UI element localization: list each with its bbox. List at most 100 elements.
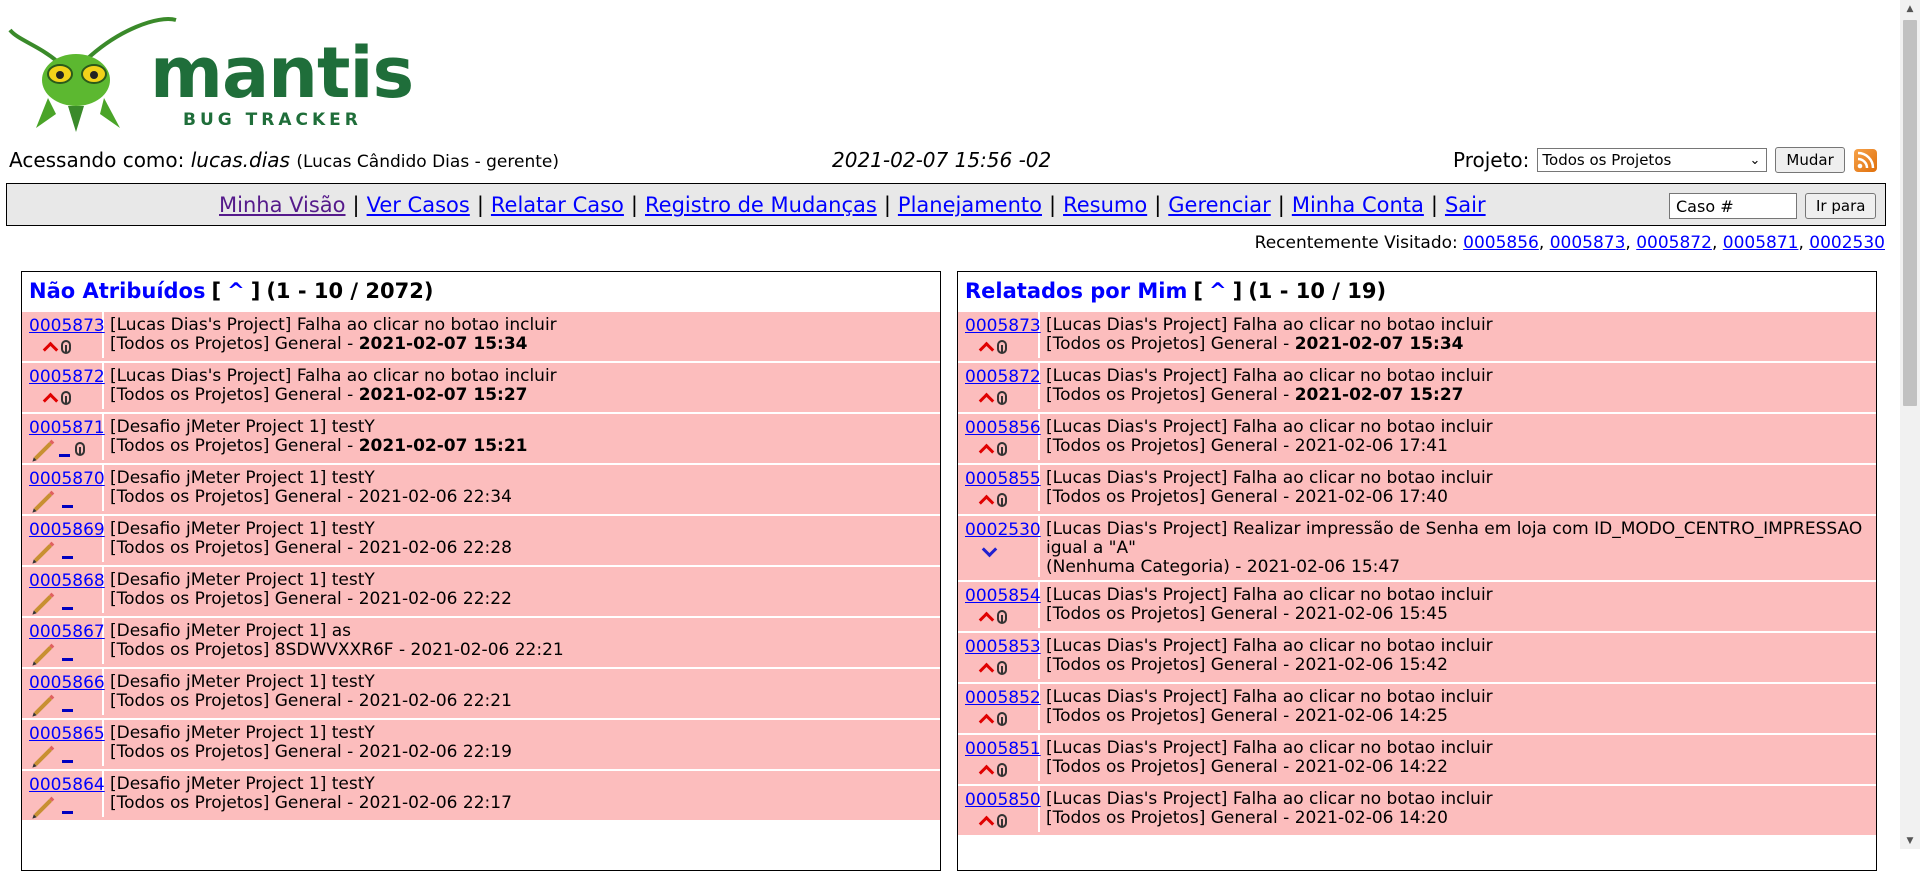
bug-category-line: [Todos os Projetos] General - 2021-02-06… (1046, 809, 1876, 828)
bug-row: 0005864 [Desafio jMeter Project 1] testY[… (22, 769, 940, 820)
bug-updated-date: 2021-02-07 15:21 (358, 436, 528, 456)
bug-id-cell: 0005864 (22, 771, 105, 818)
bug-id-input[interactable]: Caso # (1669, 193, 1797, 219)
menu-separator: | (352, 193, 360, 217)
scroll-down-arrow-icon[interactable]: ▼ (1900, 832, 1920, 849)
bug-category: [Todos os Projetos] General - (1046, 487, 1295, 507)
bug-id-link[interactable]: 0005865 (29, 724, 105, 744)
bug-status-icons (29, 642, 102, 665)
bug-row: 0005865 [Desafio jMeter Project 1] testY[… (22, 718, 940, 769)
menu-item-5[interactable]: Resumo (1063, 193, 1147, 217)
bug-id-link[interactable]: 0005873 (965, 316, 1041, 336)
bug-id-link[interactable]: 0005872 (29, 367, 105, 387)
collapse-caret-link[interactable]: ^ (227, 279, 245, 303)
mantis-logo[interactable]: mantis BUG TRACKER (8, 10, 414, 132)
bug-category: [Todos os Projetos] General - (1046, 757, 1295, 777)
menu-separator: | (1277, 193, 1285, 217)
bug-id-link[interactable]: 0005852 (965, 688, 1041, 708)
bug-id-link[interactable]: 0005872 (965, 367, 1041, 387)
bug-id-link[interactable]: 0005868 (29, 571, 105, 591)
edit-pencil-icon (33, 645, 53, 665)
reported-by-me-panel: Relatados por Mim[^] (1 - 10 / 19) 0005873… (957, 271, 1877, 871)
bug-category-line: [Todos os Projetos] General - 2021-02-06… (110, 743, 940, 762)
bug-id-link[interactable]: 0002530 (965, 520, 1041, 540)
bug-id-link[interactable]: 0005856 (965, 418, 1041, 438)
bug-id-link[interactable]: 0005871 (29, 418, 105, 438)
scroll-up-arrow-icon[interactable]: ▲ (1900, 0, 1920, 17)
panel-header: Relatados por Mim[^] (1 - 10 / 19) (958, 272, 1876, 310)
bug-row: 0005856 [Lucas Dias's Project] Falha ao c… (958, 412, 1876, 463)
bug-id-link[interactable]: 0005854 (965, 586, 1041, 606)
bug-id-cell: 0005867 (22, 618, 105, 665)
bug-id-link[interactable]: 0005850 (965, 790, 1041, 810)
bug-category: [Todos os Projetos] General - (1046, 706, 1295, 726)
menu-item-1[interactable]: Ver Casos (367, 193, 470, 217)
bug-summary: [Lucas Dias's Project] Falha ao clicar n… (110, 366, 557, 386)
jump-button[interactable]: Ir para (1805, 193, 1877, 219)
bug-id-link[interactable]: 0005866 (29, 673, 105, 693)
bug-row: 0005871 [Desafio jMeter Project 1] testY[… (22, 412, 940, 463)
project-select[interactable]: Todos os Projetos ⌄ (1537, 148, 1768, 172)
priority-normal-icon (62, 607, 73, 610)
bug-id-cell: 0005868 (22, 567, 105, 614)
bug-summary: [Desafio jMeter Project 1] testY (110, 774, 375, 794)
bug-status-icons (965, 489, 1038, 511)
menu-item-8[interactable]: Sair (1445, 193, 1486, 217)
bug-summary-cell: [Lucas Dias's Project] Falha ao clicar n… (1040, 735, 1876, 781)
panel-title-link[interactable]: Não Atribuídos (29, 279, 205, 303)
bug-updated-date: 2021-02-06 14:20 (1294, 808, 1448, 828)
menu-item-4[interactable]: Planejamento (898, 193, 1042, 217)
edit-pencil-icon (33, 594, 53, 614)
recent-separator: , (1711, 233, 1723, 253)
priority-normal-icon (62, 556, 73, 559)
recent-bug-link[interactable]: 0005872 (1636, 233, 1712, 253)
bug-updated-date: 2021-02-06 14:25 (1294, 706, 1448, 726)
menu-item-6[interactable]: Gerenciar (1168, 193, 1270, 217)
bug-summary-cell: [Lucas Dias's Project] Falha ao clicar n… (1040, 582, 1876, 628)
bug-updated-date: 2021-02-06 15:42 (1294, 655, 1448, 675)
menu-item-0[interactable]: Minha Visão (219, 193, 346, 217)
recent-bug-link[interactable]: 0005873 (1550, 233, 1626, 253)
bug-category: [Todos os Projetos] General - (1046, 655, 1295, 675)
recent-bug-link[interactable]: 0005856 (1463, 233, 1539, 253)
attachment-icon (997, 814, 1007, 828)
bug-id-cell: 0005870 (22, 465, 105, 512)
bug-status-icons (29, 336, 102, 358)
bug-id-link[interactable]: 0005864 (29, 775, 105, 795)
bug-id-link[interactable]: 0005855 (965, 469, 1041, 489)
menu-item-2[interactable]: Relatar Caso (491, 193, 624, 217)
bug-row: 0005870 [Desafio jMeter Project 1] testY[… (22, 463, 940, 514)
bug-updated-date: 2021-02-07 15:34 (358, 334, 528, 354)
collapse-caret-link[interactable]: ^ (1209, 279, 1227, 303)
bug-category: [Todos os Projetos] General - (110, 538, 359, 558)
bug-id-cell: 0005873 (958, 312, 1041, 358)
menu-separator: | (1430, 193, 1438, 217)
menu-item-3[interactable]: Registro de Mudanças (645, 193, 877, 217)
bug-id-link[interactable]: 0005867 (29, 622, 105, 642)
bug-status-icons (965, 540, 1038, 562)
bug-id-link[interactable]: 0005851 (965, 739, 1041, 759)
bug-category-line: (Nenhuma Categoria) - 2021-02-06 15:47 (1046, 558, 1876, 577)
recent-bug-link[interactable]: 0002530 (1809, 233, 1885, 253)
scrollbar-thumb[interactable] (1903, 20, 1917, 406)
priority-normal-icon (62, 709, 73, 712)
bug-id-link[interactable]: 0005873 (29, 316, 105, 336)
change-project-button[interactable]: Mudar (1775, 147, 1845, 173)
attachment-icon (997, 763, 1007, 777)
menu-item-7[interactable]: Minha Conta (1292, 193, 1424, 217)
bug-id-link[interactable]: 0005869 (29, 520, 105, 540)
rss-feed-icon[interactable] (1853, 148, 1877, 172)
menu-separator: | (1154, 193, 1162, 217)
bug-updated-date: 2021-02-06 22:28 (358, 538, 512, 558)
page-scrollbar[interactable]: ▲ ▼ (1900, 0, 1920, 849)
bug-category: [Todos os Projetos] General - (110, 793, 359, 813)
bug-row: 0005868 [Desafio jMeter Project 1] testY[… (22, 565, 940, 616)
bug-summary-cell: [Desafio jMeter Project 1] testY [Todos o… (104, 669, 940, 715)
bug-id-link[interactable]: 0005870 (29, 469, 105, 489)
bug-summary-cell: [Desafio jMeter Project 1] as [Todos os P… (104, 618, 940, 664)
recent-bug-link[interactable]: 0005871 (1723, 233, 1799, 253)
attachment-icon (75, 442, 85, 456)
panel-title-link[interactable]: Relatados por Mim (965, 279, 1187, 303)
bug-id-link[interactable]: 0005853 (965, 637, 1041, 657)
bug-id-cell: 0005851 (958, 735, 1041, 781)
